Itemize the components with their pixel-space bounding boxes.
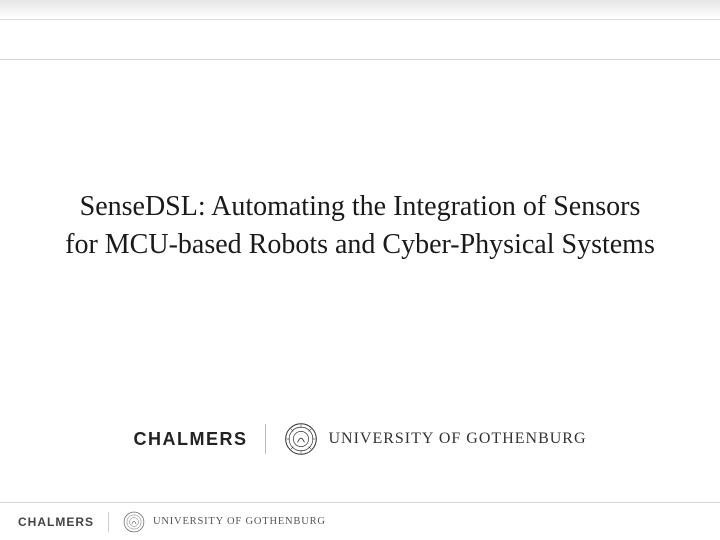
gothenburg-logo-text: UNIVERSITY OF GOTHENBURG	[328, 430, 586, 448]
slide-title: SenseDSL: Automating the Integration of …	[60, 188, 660, 264]
slide: SenseDSL: Automating the Integration of …	[0, 0, 720, 540]
gothenburg-logo: UNIVERSITY OF GOTHENBURG	[284, 422, 586, 456]
gothenburg-seal-icon	[284, 422, 318, 456]
footer-chalmers-text: CHALMERS	[18, 515, 94, 529]
main-content: SenseDSL: Automating the Integration of …	[0, 60, 720, 422]
footer-gothenburg-text: UNIVERSITY OF GOTHENBURG	[153, 516, 326, 527]
header-space	[0, 20, 720, 60]
chalmers-logo-text: CHALMERS	[133, 429, 247, 450]
footer: CHALMERS UNIVERSITY OF GOTHENBURG	[0, 502, 720, 540]
footer-gothenburg-seal-icon	[123, 511, 145, 533]
footer-gothenburg: UNIVERSITY OF GOTHENBURG	[123, 511, 326, 533]
logo-row: CHALMERS UNIVERSITY OF GOTHE	[0, 422, 720, 502]
top-gradient-bar	[0, 0, 720, 20]
footer-divider	[108, 512, 109, 532]
logo-divider	[265, 424, 266, 454]
